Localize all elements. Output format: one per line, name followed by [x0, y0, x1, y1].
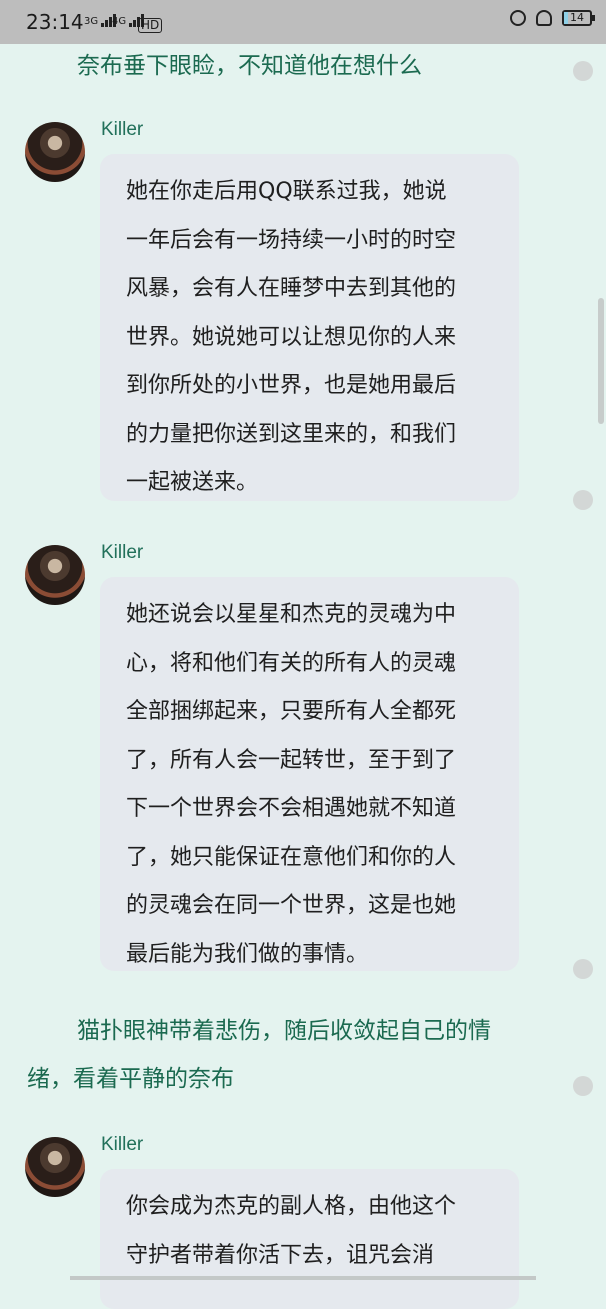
message-line: 了，她只能保证在意他们和你的人 — [126, 844, 457, 870]
avatar[interactable] — [25, 122, 85, 182]
message-line: 最后能为我们做的事情。 — [126, 941, 369, 967]
message-line: 风暴，会有人在睡梦中去到其他的 — [126, 276, 457, 301]
narration-text: 奈布垂下眼睑，不知道他在想什么 — [77, 53, 422, 79]
status-bar: 23:14 3G 4G HD 14 — [0, 0, 606, 44]
message-line: 一年后会有一场持续一小时的时空 — [126, 227, 457, 253]
avatar[interactable] — [25, 545, 85, 605]
message-line: 下一个世界会不会相遇她就不知道 — [126, 796, 457, 821]
message-line: 世界。她说她可以让想见你的人来 — [126, 324, 457, 350]
message-line: 守护者带着你活下去，诅咒会消 — [126, 1242, 435, 1268]
message-line: 到你所处的小世界，也是她用最后 — [126, 373, 457, 398]
message-line: 她还说会以星星和杰克的灵魂为中 — [126, 602, 457, 627]
message-line: 的力量把你送到这里来的，和我们 — [126, 421, 457, 447]
message-bubble[interactable]: 她还说会以星星和杰克的灵魂为中 心，将和他们有关的所有人的灵魂 全部捆绑起来，只… — [100, 577, 519, 971]
scroll-marker[interactable] — [573, 61, 593, 81]
message-bubble[interactable]: 她在你走后用QQ联系过我，她说 一年后会有一场持续一小时的时空 风暴，会有人在睡… — [100, 154, 519, 501]
message-line: 她在你走后用QQ联系过我，她说 — [126, 179, 447, 204]
sender-name: Killer — [101, 542, 144, 563]
message-line: 你会成为杰克的副人格，由他这个 — [126, 1194, 457, 1219]
status-time: 23:14 — [26, 10, 84, 34]
battery-icon: 14 — [562, 10, 595, 26]
scroll-marker[interactable] — [573, 959, 593, 979]
message-line: 全部捆绑起来，只要所有人全都死 — [126, 699, 457, 724]
hd-icon: HD — [138, 18, 163, 33]
message-line: 的灵魂会在同一个世界，这是也她 — [126, 893, 457, 918]
sender-name: Killer — [101, 1134, 144, 1155]
message-line: 心，将和他们有关的所有人的灵魂 — [126, 650, 457, 676]
scroll-marker[interactable] — [573, 1076, 593, 1096]
headphone-icon — [536, 10, 552, 26]
narration-text: 绪，看着平静的奈布 — [27, 1066, 234, 1092]
narration-text: 猫扑眼神带着悲伤，随后收敛起自己的情 — [77, 1018, 491, 1044]
lock-rotation-icon — [510, 10, 526, 26]
message-line: 一起被送来。 — [126, 470, 259, 495]
scrollbar[interactable] — [598, 298, 604, 424]
bottom-bar — [70, 1276, 536, 1280]
message-line: 了，所有人会一起转世，至于到了 — [126, 747, 457, 773]
scroll-marker[interactable] — [573, 490, 593, 510]
message-bubble[interactable]: 你会成为杰克的副人格，由他这个 守护者带着你活下去，诅咒会消 — [100, 1169, 519, 1309]
sender-name: Killer — [101, 119, 144, 140]
battery-level: 14 — [570, 11, 584, 24]
avatar[interactable] — [25, 1137, 85, 1197]
